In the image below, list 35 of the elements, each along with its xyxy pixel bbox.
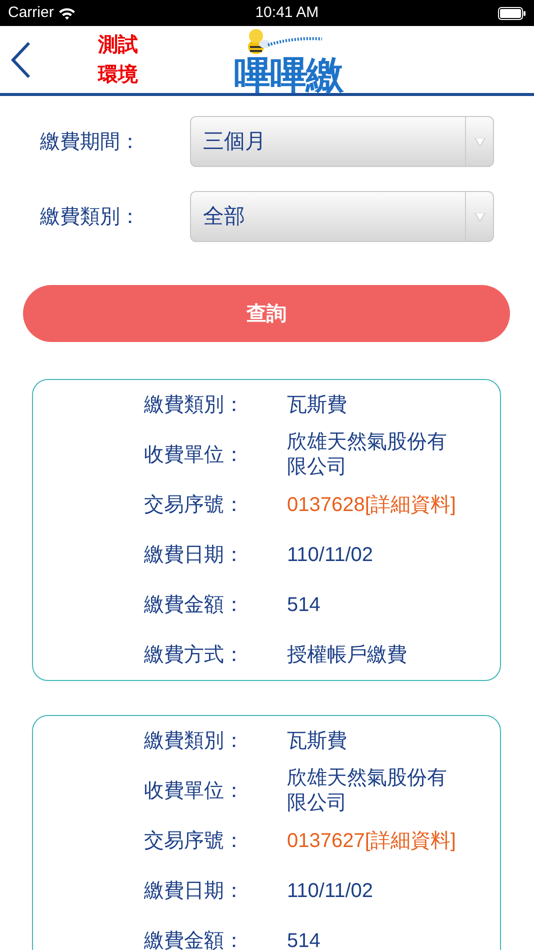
field-label: 繳費期間： <box>40 130 141 154</box>
field-label: 繳費類別： <box>143 729 244 754</box>
field-value: 110/11/02 <box>287 542 374 568</box>
battery-icon <box>498 6 526 20</box>
field-value: 瓦斯費 <box>287 728 348 754</box>
field-label: 交易序號： <box>143 829 244 854</box>
caret-icon <box>474 138 484 146</box>
field-value: 瓦斯費 <box>287 392 348 418</box>
field-label: 繳費金額： <box>143 593 244 618</box>
field-value: 欣雄天然氣股份有限公司 <box>287 766 448 816</box>
field-label: 收費單位： <box>143 779 244 804</box>
field-label: 繳費類別： <box>40 204 141 230</box>
query-button[interactable]: 查詢 <box>23 285 510 342</box>
dropdown-select[interactable]: 三個月 <box>190 116 494 167</box>
detail-link[interactable]: 0137628[詳細資料] <box>287 492 465 518</box>
field-label: 繳費日期： <box>143 543 244 568</box>
field-value: 110/11/02 <box>287 878 374 904</box>
field-label: 收費單位： <box>143 443 244 468</box>
wifi-icon <box>58 6 76 20</box>
clock-time: 10:41 AM <box>255 2 319 23</box>
caret-icon <box>474 212 484 220</box>
field-label: 繳費類別： <box>143 393 244 418</box>
field-label: 繳費方式： <box>143 643 244 668</box>
field-label: 繳費日期： <box>143 879 244 904</box>
field-value: 514 <box>287 592 322 618</box>
field-label: 交易序號： <box>143 493 244 518</box>
app-logo: 嗶嗶繳 <box>234 24 342 94</box>
field-value: 欣雄天然氣股份有限公司 <box>287 430 448 480</box>
field-value: 授權帳戶繳費 <box>287 642 408 668</box>
carrier-label: Carrier <box>8 2 54 23</box>
environment-label: 測試 環境 <box>96 32 139 88</box>
dropdown-select[interactable]: 全部 <box>190 191 494 242</box>
field-value: 514 <box>287 928 322 950</box>
field-label: 繳費金額： <box>143 929 244 950</box>
detail-link[interactable]: 0137627[詳細資料] <box>287 828 465 854</box>
